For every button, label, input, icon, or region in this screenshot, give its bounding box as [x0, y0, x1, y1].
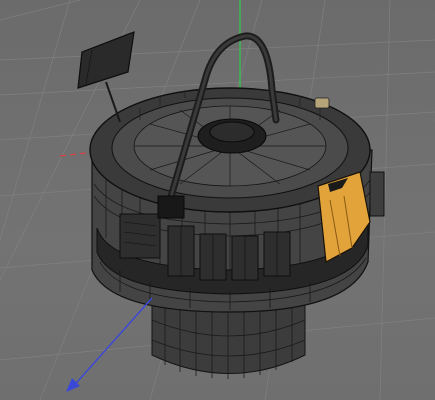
side-clamp	[314, 97, 330, 109]
z-axis-line	[69, 297, 153, 391]
3d-viewport[interactable]	[0, 0, 435, 400]
orange-hatch-panel[interactable]	[317, 171, 385, 263]
viewport-canvas[interactable]	[0, 0, 435, 400]
